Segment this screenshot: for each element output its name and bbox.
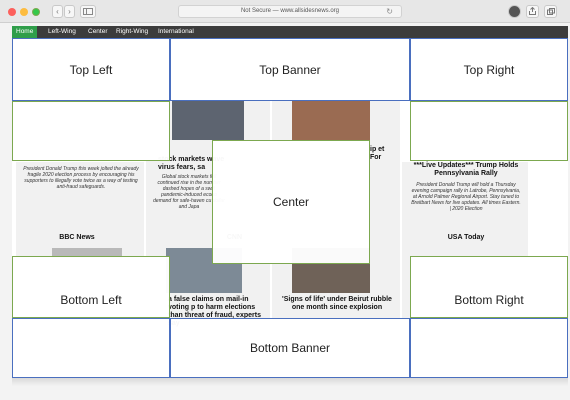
- site-nav: Home Left-Wing Center Right-Wing Interna…: [12, 26, 568, 38]
- tab-international[interactable]: International: [158, 26, 194, 38]
- story-photo: [292, 100, 370, 140]
- share-icon[interactable]: [526, 5, 539, 18]
- region-top-left: Top Left: [12, 38, 170, 101]
- region-label: Bottom Left: [60, 293, 122, 307]
- region-label: Top Left: [69, 62, 113, 77]
- region-label: Top Banner: [259, 63, 321, 77]
- region-label: Bottom Banner: [249, 341, 331, 355]
- story-summary: President Donald Trump will hold a Thurs…: [411, 182, 521, 212]
- close-window-button[interactable]: [8, 8, 16, 16]
- back-button[interactable]: ‹: [52, 5, 63, 18]
- region-bottom-banner-left: [12, 318, 170, 378]
- tab-home[interactable]: Home: [12, 26, 38, 38]
- reload-icon[interactable]: ↻: [386, 6, 393, 17]
- story-photo: [172, 100, 244, 140]
- zoom-window-button[interactable]: [32, 8, 40, 16]
- region-right-strip: [410, 101, 568, 161]
- region-label: Bottom Right: [454, 293, 524, 307]
- story-headline[interactable]: 'Signs of life' under Beirut rubble one …: [276, 296, 398, 312]
- region-label: Center: [272, 195, 310, 209]
- tab-left-wing[interactable]: Left-Wing: [48, 26, 76, 38]
- tab-right-wing[interactable]: Right-Wing: [116, 26, 148, 38]
- region-center: Center: [212, 140, 370, 264]
- region-left-strip: [12, 101, 170, 161]
- region-label: Top Right: [463, 62, 515, 77]
- region-bottom-banner: Bottom Banner: [170, 318, 410, 378]
- region-bottom-left: Bottom Left: [12, 256, 170, 318]
- sidebar-icon[interactable]: [80, 5, 96, 18]
- story-headline[interactable]: ***Live Updates*** Trump Holds Pennsylva…: [408, 162, 524, 178]
- story-summary: President Donald Trump this week jolted …: [23, 166, 139, 190]
- story-headline[interactable]: ip et For: [370, 146, 394, 162]
- news-source-label: BBC News: [59, 234, 95, 241]
- forward-button[interactable]: ›: [64, 5, 75, 18]
- tab-center[interactable]: Center: [88, 26, 108, 38]
- download-icon[interactable]: [508, 5, 521, 18]
- region-bottom-banner-right: [410, 318, 568, 378]
- tabs-icon[interactable]: [544, 5, 557, 18]
- region-bottom-right: Bottom Right: [410, 256, 568, 318]
- browser-toolbar: ‹ › Not Secure — www.allsidesnews.org ↻: [0, 0, 570, 23]
- minimize-window-button[interactable]: [20, 8, 28, 16]
- address-bar[interactable]: Not Secure — www.allsidesnews.org ↻: [178, 5, 402, 18]
- region-top-banner: Top Banner: [170, 38, 410, 101]
- address-text: Not Secure — www.allsidesnews.org: [240, 8, 340, 14]
- news-source-label: USA Today: [447, 234, 485, 241]
- window-shadow: [12, 378, 568, 386]
- region-top-right: Top Right: [410, 38, 568, 101]
